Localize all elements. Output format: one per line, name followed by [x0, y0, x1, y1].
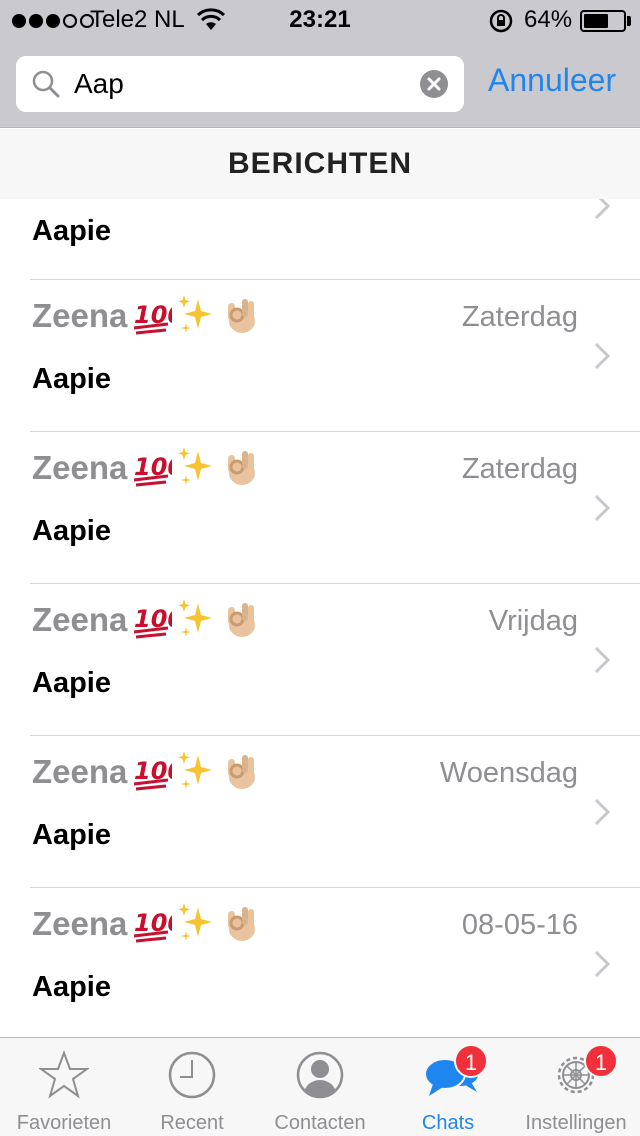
tab-label: Contacten [274, 1112, 366, 1134]
clock-icon [167, 1050, 217, 1100]
search-field[interactable]: Aap [16, 56, 464, 112]
ok-hand-icon [220, 445, 260, 494]
battery-percent: 64% [524, 6, 573, 33]
unread-badge: 1 [584, 1044, 618, 1078]
chevron-right-icon [594, 342, 611, 370]
sparkles-icon [176, 597, 216, 646]
contact-name: Zeena [32, 449, 128, 486]
divider [30, 887, 640, 888]
battery-icon [580, 10, 626, 32]
message-preview: Aapie [32, 515, 111, 547]
contact-icon [295, 1050, 345, 1100]
sparkles-icon [176, 293, 216, 342]
tab-label: Recent [160, 1112, 224, 1134]
hundred-points-icon: 100 [132, 749, 184, 798]
list-item[interactable]: Aapie [0, 199, 640, 279]
divider [30, 583, 640, 584]
message-preview: Aapie [32, 971, 111, 1003]
tab-contacten[interactable]: Contacten [256, 1038, 384, 1136]
contact-name: Zeena [32, 905, 128, 942]
list-item[interactable]: Zeena100 08-05-16 Aapie [0, 887, 640, 1037]
message-date: 08-05-16 [461, 909, 578, 941]
ok-hand-icon [220, 293, 260, 342]
tab-bar: Favorieten Recent Contacten 1 Chats 1 Instelli… [0, 1037, 640, 1136]
hundred-points-icon: 100 [132, 293, 184, 342]
sparkles-icon [176, 445, 216, 494]
message-date: Vrijdag [488, 605, 578, 637]
tab-label: Favorieten [16, 1112, 112, 1134]
contact-name: Zeena [32, 753, 128, 790]
section-header: BERICHTEN [0, 129, 640, 199]
section-title: BERICHTEN [227, 147, 412, 180]
search-input[interactable]: Aap [74, 68, 124, 100]
message-preview: Aapie [32, 667, 111, 699]
list-item[interactable]: Zeena100 Vrijdag Aapie [0, 583, 640, 735]
search-icon [32, 70, 60, 98]
message-preview: Aapie [32, 363, 111, 395]
tab-label: Chats [421, 1112, 475, 1134]
results-list: Aapie Zeena100ZaterdagAapieZeena100Zater… [0, 199, 640, 1037]
divider [30, 431, 640, 432]
ok-hand-icon [220, 597, 260, 646]
hundred-points-icon: 100 [132, 597, 184, 646]
chevron-right-icon [594, 199, 611, 220]
top-bar: Tele2 NL 23:21 64% Aap Annuleer [0, 0, 640, 128]
orientation-lock-icon [489, 9, 513, 33]
list-item[interactable]: Zeena100 Woensdag Aapie [0, 735, 640, 887]
divider [30, 279, 640, 280]
clear-icon [427, 77, 441, 91]
message-preview: Aapie [32, 819, 111, 851]
clear-search-button[interactable] [420, 70, 448, 98]
unread-badge: 1 [454, 1044, 488, 1078]
cancel-button[interactable]: Annuleer [488, 62, 616, 99]
hundred-points-icon: 100 [132, 901, 184, 950]
contact-name: Zeena [32, 297, 128, 334]
list-item[interactable]: Zeena100 Zaterdag Aapie [0, 279, 640, 431]
ok-hand-icon [220, 901, 260, 950]
sparkles-icon [176, 749, 216, 798]
star-icon [37, 1050, 91, 1100]
hundred-points-icon: 100 [132, 445, 184, 494]
tab-label: Instellingen [525, 1112, 627, 1134]
ok-hand-icon [220, 749, 260, 798]
message-date: Zaterdag [461, 301, 578, 333]
status-bar: Tele2 NL 23:21 64% [0, 0, 640, 40]
chevron-right-icon [594, 950, 611, 978]
tab-instellingen[interactable]: 1 Instellingen [512, 1038, 640, 1136]
tab-chats[interactable]: 1 Chats [384, 1038, 512, 1136]
contact-name: Zeena [32, 601, 128, 638]
chevron-right-icon [594, 646, 611, 674]
tab-recent[interactable]: Recent [128, 1038, 256, 1136]
divider [30, 735, 640, 736]
message-date: Zaterdag [461, 453, 578, 485]
chevron-right-icon [594, 798, 611, 826]
sparkles-icon [176, 901, 216, 950]
chevron-right-icon [594, 494, 611, 522]
message-date: Woensdag [439, 757, 578, 789]
list-item[interactable]: Zeena100 Zaterdag Aapie [0, 431, 640, 583]
message-preview: Aapie [32, 215, 111, 247]
tab-favorieten[interactable]: Favorieten [0, 1038, 128, 1136]
